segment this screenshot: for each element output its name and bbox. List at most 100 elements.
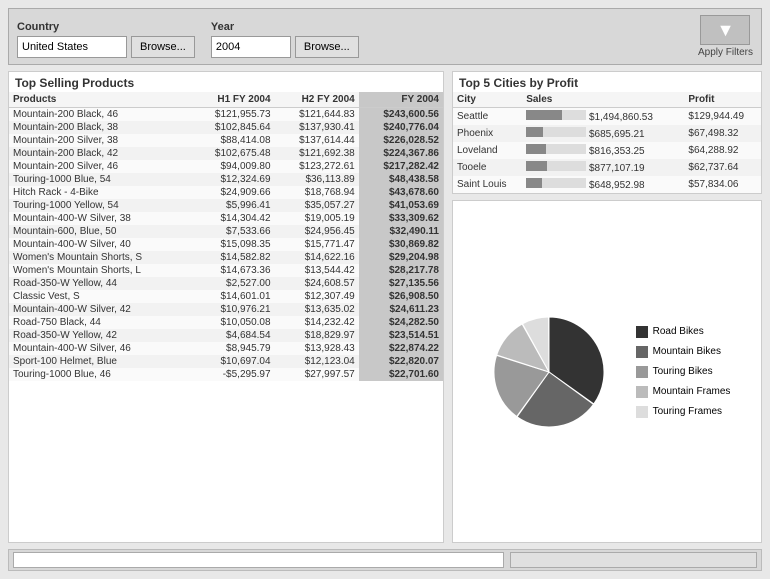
city-name: Tooele <box>453 159 522 176</box>
sales-bar <box>526 144 546 154</box>
h2-value: $14,232.42 <box>275 316 359 329</box>
legend-color-4 <box>636 406 648 418</box>
country-browse-button[interactable]: Browse... <box>131 36 195 58</box>
h1-value: $102,845.64 <box>190 121 274 134</box>
fy2004-value: $41,053.69 <box>359 199 443 212</box>
sales-bar <box>526 127 543 137</box>
apply-filters-label: Apply Filters <box>698 47 753 58</box>
product-name: Mountain-400-W Silver, 42 <box>9 303 190 316</box>
main-container: Country Browse... Year Browse... ▼ Apply… <box>0 0 770 579</box>
content-area: Top Selling Products Products H1 FY 2004… <box>8 71 762 543</box>
sales-bar <box>526 161 547 171</box>
h2-value: $12,307.49 <box>275 290 359 303</box>
legend-label-0: Road Bikes <box>653 326 704 337</box>
h1-value: $10,050.08 <box>190 316 274 329</box>
fy2004-value: $24,282.50 <box>359 316 443 329</box>
h1-value: $14,304.42 <box>190 212 274 225</box>
h2-value: $18,829.97 <box>275 329 359 342</box>
product-name: Mountain-400-W Silver, 46 <box>9 342 190 355</box>
country-filter-row: Browse... <box>17 36 195 58</box>
country-filter-group: Country Browse... <box>17 21 195 58</box>
sales-bar-container <box>526 161 586 171</box>
legend-label-4: Touring Frames <box>653 406 722 417</box>
city-sales: $1,494,860.53 <box>522 108 684 126</box>
cities-panel: Top 5 Cities by Profit City Sales Profit… <box>452 71 762 194</box>
top-selling-table-container[interactable]: Products H1 FY 2004 H2 FY 2004 FY 2004 M… <box>9 92 443 542</box>
right-panel: Top 5 Cities by Profit City Sales Profit… <box>452 71 762 543</box>
product-name: Road-750 Black, 44 <box>9 316 190 329</box>
city-name: Seattle <box>453 108 522 126</box>
apply-filters-button[interactable]: ▼ Apply Filters <box>698 15 753 58</box>
h1-value: $5,996.41 <box>190 199 274 212</box>
h1-value: $12,324.69 <box>190 173 274 186</box>
year-browse-button[interactable]: Browse... <box>295 36 359 58</box>
year-filter-group: Year Browse... <box>211 21 359 58</box>
sales-bar <box>526 178 542 188</box>
h2-value: $13,928.43 <box>275 342 359 355</box>
legend-color-2 <box>636 366 648 378</box>
table-row: Mountain-400-W Silver, 40 $15,098.35 $15… <box>9 238 443 251</box>
top-selling-title: Top Selling Products <box>9 72 443 92</box>
country-input[interactable] <box>17 36 127 58</box>
fy2004-value: $32,490.11 <box>359 225 443 238</box>
col-products: Products <box>9 92 190 108</box>
product-name: Touring-1000 Blue, 46 <box>9 368 190 381</box>
h1-value: $10,697.04 <box>190 355 274 368</box>
bottom-bar <box>8 549 762 571</box>
filter-bar: Country Browse... Year Browse... ▼ Apply… <box>8 8 762 65</box>
fy2004-value: $43,678.60 <box>359 186 443 199</box>
fy2004-value: $23,514.51 <box>359 329 443 342</box>
h1-value: $7,533.66 <box>190 225 274 238</box>
fy2004-value: $30,869.82 <box>359 238 443 251</box>
pie-chart-panel: Road Bikes Mountain Bikes Touring Bikes … <box>452 200 762 543</box>
table-row: Touring-1000 Blue, 54 $12,324.69 $36,113… <box>9 173 443 186</box>
h1-value: $88,414.08 <box>190 134 274 147</box>
table-header-row: Products H1 FY 2004 H2 FY 2004 FY 2004 <box>9 92 443 108</box>
table-row: Mountain-200 Silver, 38 $88,414.08 $137,… <box>9 134 443 147</box>
legend-item-0: Road Bikes <box>636 326 731 338</box>
table-row: Sport-100 Helmet, Blue $10,697.04 $12,12… <box>9 355 443 368</box>
product-name: Classic Vest, S <box>9 290 190 303</box>
product-name: Mountain-400-W Silver, 40 <box>9 238 190 251</box>
sales-bar-container <box>526 110 586 120</box>
h1-value: $8,945.79 <box>190 342 274 355</box>
apply-filters-arrow-icon: ▼ <box>700 15 750 45</box>
table-row: Mountain-200 Black, 46 $121,955.73 $121,… <box>9 108 443 122</box>
city-profit: $67,498.32 <box>684 125 761 142</box>
list-item: Tooele $877,107.19 $62,737.64 <box>453 159 761 176</box>
table-row: Mountain-200 Silver, 46 $94,009.80 $123,… <box>9 160 443 173</box>
fy2004-value: $27,135.56 <box>359 277 443 290</box>
h2-value: $36,113.89 <box>275 173 359 186</box>
city-name: Loveland <box>453 142 522 159</box>
product-name: Hitch Rack - 4-Bike <box>9 186 190 199</box>
table-row: Mountain-600, Blue, 50 $7,533.66 $24,956… <box>9 225 443 238</box>
bottom-bar-right <box>510 552 757 568</box>
year-label: Year <box>211 21 359 33</box>
top-selling-table: Products H1 FY 2004 H2 FY 2004 FY 2004 M… <box>9 92 443 381</box>
bottom-bar-left <box>13 552 504 568</box>
fy2004-value: $22,701.60 <box>359 368 443 381</box>
city-profit: $62,737.64 <box>684 159 761 176</box>
year-input[interactable] <box>211 36 291 58</box>
h2-value: $123,272.61 <box>275 160 359 173</box>
h1-value: $4,684.54 <box>190 329 274 342</box>
h1-value: $14,582.82 <box>190 251 274 264</box>
h1-value: $2,527.00 <box>190 277 274 290</box>
h2-value: $19,005.19 <box>275 212 359 225</box>
legend-color-0 <box>636 326 648 338</box>
fy2004-value: $48,438.58 <box>359 173 443 186</box>
h2-value: $14,622.16 <box>275 251 359 264</box>
fy2004-value: $217,282.42 <box>359 160 443 173</box>
sales-bar-container <box>526 144 586 154</box>
h1-value: -$5,295.97 <box>190 368 274 381</box>
product-name: Mountain-200 Silver, 38 <box>9 134 190 147</box>
table-row: Road-350-W Yellow, 42 $4,684.54 $18,829.… <box>9 329 443 342</box>
year-filter-row: Browse... <box>211 36 359 58</box>
h1-value: $15,098.35 <box>190 238 274 251</box>
fy2004-value: $240,776.04 <box>359 121 443 134</box>
sales-bar-container <box>526 127 586 137</box>
country-label: Country <box>17 21 195 33</box>
h2-value: $13,544.42 <box>275 264 359 277</box>
city-sales: $877,107.19 <box>522 159 684 176</box>
fy2004-value: $22,820.07 <box>359 355 443 368</box>
